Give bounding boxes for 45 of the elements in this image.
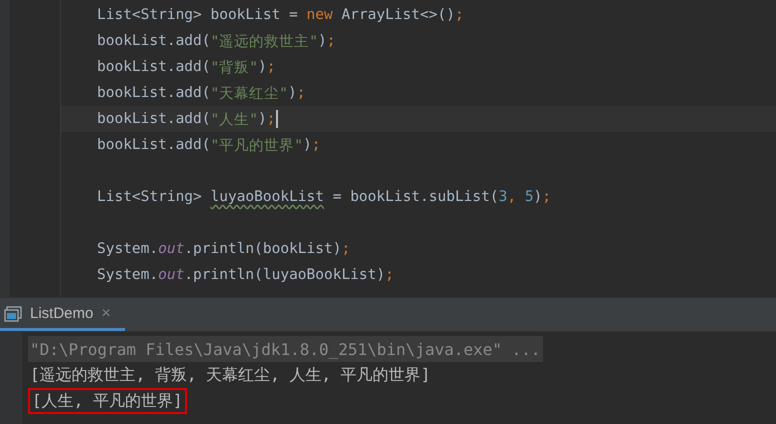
code-text: .println(luyaoBookList): [184, 267, 386, 283]
code-text: .println(bookList): [184, 241, 342, 257]
code-text: ): [302, 137, 312, 153]
code-text: System.: [97, 267, 158, 283]
code-text: ): [258, 111, 267, 127]
punctuation: ;: [266, 59, 276, 75]
console-icon: [4, 306, 22, 322]
console-output: [人生, 平凡的世界]: [28, 388, 187, 414]
punctuation: ;: [312, 137, 320, 153]
code-text: luyaoBookList: [210, 189, 324, 205]
text-caret: [276, 110, 278, 128]
punctuation: ;: [385, 267, 394, 283]
punctuation: ;: [542, 189, 552, 205]
static-field: out: [158, 267, 184, 283]
punctuation: ;: [341, 241, 350, 257]
console-output: [遥远的救世主, 背叛, 天幕红尘, 人生, 平凡的世界]: [29, 364, 432, 386]
code-text: System.: [97, 241, 158, 257]
code-text: ArrayList<>(): [340, 7, 455, 23]
code-text: = bookList.subList(: [332, 189, 499, 205]
keyword: new: [306, 7, 333, 23]
static-field: out: [158, 241, 184, 257]
string-literal: "遥远的救世主": [210, 32, 318, 50]
code-text: bookList.add(: [97, 33, 210, 49]
string-literal: "人生": [210, 110, 258, 128]
punctuation: ,: [507, 189, 518, 205]
code-text: bookList.add(: [97, 85, 210, 101]
number-literal: 3: [498, 189, 508, 205]
string-literal: "天幕红尘": [210, 84, 288, 102]
string-literal: "平凡的世界": [210, 136, 303, 154]
code-text: ): [534, 189, 542, 205]
punctuation: ;: [326, 33, 336, 49]
string-literal: "背叛": [210, 58, 258, 76]
code-text: List<String> bookList =: [97, 7, 299, 23]
code-text: ): [318, 33, 327, 49]
number-literal: 5: [524, 189, 534, 205]
code-text: ): [258, 59, 267, 75]
code-text: bookList.add(: [97, 137, 210, 153]
code-text: bookList.add(: [97, 111, 210, 127]
code-text: ): [288, 85, 297, 101]
console-command: "D:\Program Files\Java\jdk1.8.0_251\bin\java.exe" ...: [28, 336, 543, 362]
punctuation: ;: [296, 85, 306, 101]
punctuation: ;: [454, 7, 464, 23]
code-text: bookList.add(: [97, 59, 210, 75]
code-text: List<String>: [97, 189, 203, 205]
punctuation: ;: [266, 111, 276, 127]
